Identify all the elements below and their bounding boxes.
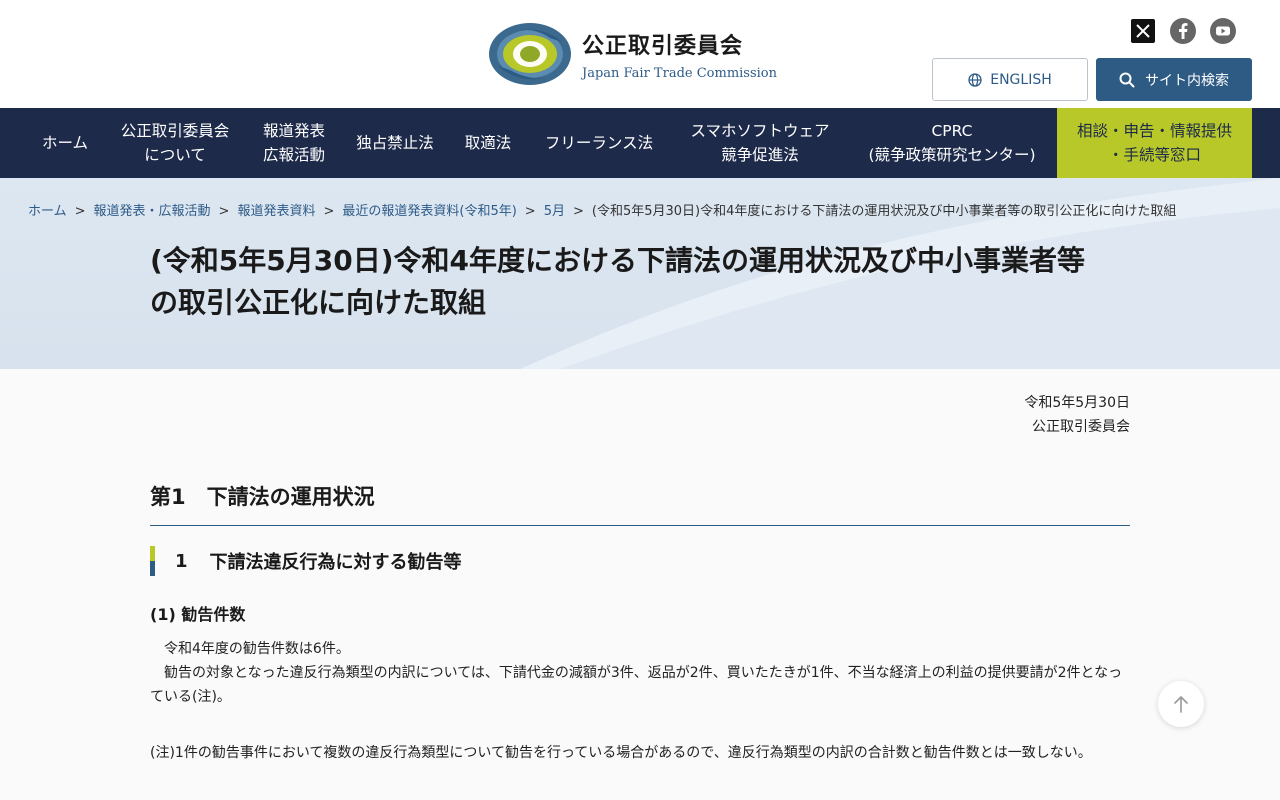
item-heading: (1) 勧告件数 bbox=[150, 605, 246, 624]
logo-text: 公正取引委員会 Japan Fair Trade Commission bbox=[582, 28, 777, 81]
body-line: 令和4年度の勧告件数は6件。 bbox=[150, 641, 350, 657]
globe-icon bbox=[968, 72, 982, 87]
nav-label-line1: スマホソフトウェア bbox=[690, 122, 830, 140]
nav-consultation[interactable]: 相談・申告・情報提供 ・手続等窓口 bbox=[1057, 108, 1252, 178]
subsection-heading: 1 下請法違反行為に対する勧告等 bbox=[150, 546, 1130, 576]
breadcrumb: ホーム > 報道発表・広報活動 > 報道発表資料 > 最近の報道発表資料(令和5年) >5月 >… bbox=[28, 200, 1176, 219]
nav-label-line1: 公正取引委員会 bbox=[120, 122, 230, 140]
breadcrumb-current: (令和5年5月30日)令和4年度における下請法の運用状況及び中小事業者等の取引公… bbox=[591, 204, 1177, 219]
breadcrumb-separator: > bbox=[74, 204, 86, 219]
breadcrumb-separator: > bbox=[524, 204, 536, 219]
nav-label-line2: について bbox=[144, 146, 206, 164]
page-title-line2: の取引公正化に向けた取組 bbox=[150, 286, 487, 319]
nav-label: 相談・申告・情報提供 ・手続等窓口 bbox=[1077, 119, 1232, 167]
nav-cprc[interactable]: CPRC (競争政策研究センター) bbox=[848, 108, 1056, 178]
release-issuer: 公正取引委員会 bbox=[1032, 419, 1130, 435]
nav-label: 報道発表 広報活動 bbox=[263, 119, 325, 167]
global-nav: ホーム 公正取引委員会 について 報道発表 広報活動 独占禁止法 取適法 フリー… bbox=[0, 108, 1280, 178]
nav-label: スマホソフトウェア 競争促進法 bbox=[690, 119, 829, 167]
search-icon bbox=[1119, 72, 1135, 87]
page-header-area: ホーム > 報道発表・広報活動 > 報道発表資料 > 最近の報道発表資料(令和5年) >5月 >… bbox=[0, 178, 1280, 369]
nav-label: ホーム bbox=[41, 134, 89, 152]
nav-label-line2: 競争促進法 bbox=[721, 146, 799, 164]
main-content: 令和5年5月30日 公正取引委員会 第1 下請法の運用状況 1 下請法違反行為に… bbox=[0, 369, 1280, 800]
breadcrumb-home[interactable]: ホーム bbox=[28, 204, 67, 219]
nav-smartphone[interactable]: スマホソフトウェア 競争促進法 bbox=[672, 108, 848, 178]
nav-subcontract[interactable]: 取適法 bbox=[450, 108, 526, 178]
facebook-icon[interactable] bbox=[1170, 18, 1196, 44]
site-logo[interactable]: 公正取引委員会 Japan Fair Trade Commission bbox=[488, 22, 777, 86]
nav-label: CPRC (競争政策研究センター) bbox=[868, 119, 1035, 167]
nav-label-line1: CPRC bbox=[931, 122, 973, 140]
jftc-logo-icon bbox=[489, 23, 571, 85]
nav-label-line2: ・手続等窓口 bbox=[1107, 146, 1201, 164]
social-links bbox=[1130, 18, 1236, 44]
breadcrumb-recent-r5[interactable]: 最近の報道発表資料(令和5年) bbox=[342, 204, 516, 219]
nav-label-line1: 相談・申告・情報提供 bbox=[1076, 122, 1232, 140]
site-search-button[interactable]: サイト内検索 bbox=[1096, 58, 1252, 101]
breadcrumb-press[interactable]: 報道発表・広報活動 bbox=[94, 204, 211, 219]
breadcrumb-separator: > bbox=[572, 204, 584, 219]
x-icon[interactable] bbox=[1130, 18, 1156, 44]
nav-label-line2: 広報活動 bbox=[262, 146, 325, 164]
back-to-top-button[interactable] bbox=[1158, 681, 1204, 727]
nav-press[interactable]: 報道発表 広報活動 bbox=[248, 108, 340, 178]
nav-freelance[interactable]: フリーランス法 bbox=[526, 108, 672, 178]
nav-label: 公正取引委員会 について bbox=[121, 119, 230, 167]
nav-home[interactable]: ホーム bbox=[28, 108, 102, 178]
nav-antimonopoly[interactable]: 独占禁止法 bbox=[340, 108, 450, 178]
nav-label: 独占禁止法 bbox=[356, 134, 434, 152]
english-button-label: ENGLISH bbox=[990, 71, 1052, 88]
english-button[interactable]: ENGLISH bbox=[932, 58, 1088, 101]
footnote: (注)1件の勧告事件において複数の違反行為類型について勧告を行っている場合がある… bbox=[150, 745, 1092, 761]
arrow-up-icon bbox=[1174, 696, 1188, 713]
org-name-ja: 公正取引委員会 bbox=[582, 33, 744, 59]
breadcrumb-may[interactable]: 5月 bbox=[544, 204, 565, 219]
page-title: (令和5年5月30日)令和4年度における下請法の運用状況及び中小事業者等 の取引… bbox=[150, 240, 1140, 324]
section-heading: 第1 下請法の運用状況 bbox=[150, 481, 1130, 526]
site-header: 公正取引委員会 Japan Fair Trade Commission ENGL… bbox=[0, 0, 1280, 108]
body-line: 勧告の対象となった違反行為類型の内訳については、下請代金の減額が3件、返品が2件… bbox=[150, 665, 1123, 705]
nav-about[interactable]: 公正取引委員会 について bbox=[102, 108, 248, 178]
heading-accent-bar bbox=[150, 546, 155, 576]
youtube-icon[interactable] bbox=[1210, 18, 1236, 44]
nav-label: 取適法 bbox=[464, 134, 512, 152]
release-date: 令和5年5月30日 bbox=[1024, 395, 1130, 411]
nav-label-line2: (競争政策研究センター) bbox=[868, 146, 1036, 164]
subsection-title: 下請法違反行為に対する勧告等 bbox=[209, 552, 462, 573]
org-name-en: Japan Fair Trade Commission bbox=[582, 65, 777, 81]
breadcrumb-press-materials[interactable]: 報道発表資料 bbox=[237, 204, 315, 219]
nav-label: フリーランス法 bbox=[544, 134, 654, 152]
nav-label-line1: 報道発表 bbox=[262, 122, 325, 140]
subsection-number: 1 bbox=[175, 550, 188, 572]
breadcrumb-separator: > bbox=[323, 204, 335, 219]
breadcrumb-separator: > bbox=[218, 204, 230, 219]
body-paragraph: 令和4年度の勧告件数は6件。 勧告の対象となった違反行為類型の内訳については、下… bbox=[150, 637, 1130, 709]
release-info: 令和5年5月30日 公正取引委員会 bbox=[1024, 391, 1130, 439]
search-button-label: サイト内検索 bbox=[1145, 72, 1229, 89]
page-title-line1: (令和5年5月30日)令和4年度における下請法の運用状況及び中小事業者等 bbox=[150, 244, 1086, 277]
